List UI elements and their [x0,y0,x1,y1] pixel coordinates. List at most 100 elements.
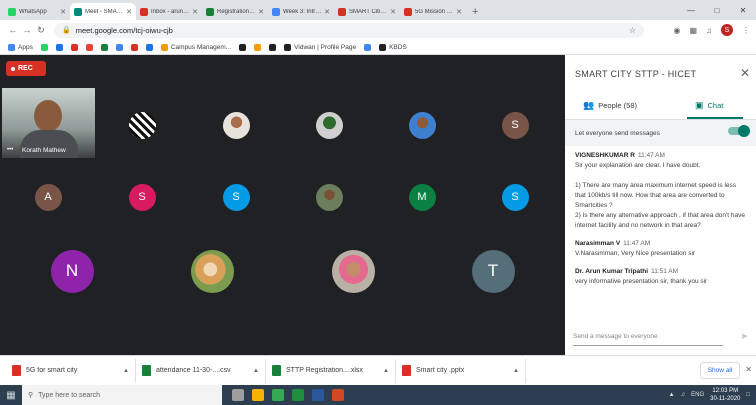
download-item[interactable]: 5G for smart city ▲ [6,358,136,383]
puzzle-icon[interactable]: ▦ [689,26,697,35]
network-icon[interactable]: ▲ [669,392,675,398]
bookmark-item[interactable]: KBDS [379,43,407,51]
show-all-button[interactable]: Show all [700,362,740,379]
bookmark-item[interactable] [100,43,108,51]
powerpoint-icon[interactable] [332,389,344,401]
bookmark-item[interactable] [115,43,123,51]
downloads-bar: 5G for smart city ▲ attendance 11-30-....c… [0,355,756,385]
browser-tab[interactable]: Inbox - arunbtp ✕ [136,3,202,20]
browser-tab[interactable]: Registration Confirm✕ [202,3,268,20]
participant-avatar[interactable] [128,111,156,139]
new-tab-button[interactable]: + [466,6,484,20]
chevron-up-icon[interactable]: ▲ [513,368,519,374]
close-downloads-icon[interactable]: ✕ [745,365,752,374]
bookmark-item[interactable] [269,43,277,51]
task-view-icon[interactable] [232,389,244,401]
music-icon[interactable]: ♫ [706,26,712,35]
tab-close-icon[interactable]: ✕ [192,8,198,16]
chrome-icon[interactable] [272,389,284,401]
bookmark-item[interactable] [239,43,247,51]
chat-input[interactable]: Send a message to everyone [573,330,723,346]
bookmark-item[interactable] [254,43,262,51]
download-item[interactable]: STTP Registration....xlsx ▲ [266,358,396,383]
back-icon[interactable]: ← [6,25,20,35]
bookmark-item[interactable] [55,43,63,51]
tab-close-icon[interactable]: ✕ [126,8,132,16]
forward-icon[interactable]: → [20,25,34,35]
extensions-icon[interactable]: ◉ [673,26,680,35]
bookmark-item[interactable] [70,43,78,51]
tab-close-icon[interactable]: ✕ [390,8,396,16]
language-indicator[interactable]: ENG [691,392,704,398]
tab-close-icon[interactable]: ✕ [456,8,462,16]
taskbar-search-placeholder: Type here to search [38,391,101,399]
browser-tab[interactable]: SMART Cities Mission✕ [334,3,400,20]
participant-avatar[interactable]: A [34,183,62,211]
participant-avatar[interactable]: S [501,111,529,139]
reload-icon[interactable]: ↻ [34,25,48,36]
participant-avatar[interactable] [315,183,343,211]
excel-icon[interactable] [292,389,304,401]
tab-close-icon[interactable]: ✕ [324,8,330,16]
presenter-video-tile[interactable]: ••• Korath Mathew [2,88,95,158]
download-item[interactable]: attendance 11-30-....csv ▲ [136,358,266,383]
participant-avatar[interactable]: M [408,183,436,211]
participant-avatar[interactable]: S [222,183,250,211]
browser-tab[interactable]: WhatsApp ✕ [4,3,70,20]
participant-avatar[interactable]: N [50,249,94,293]
presenter-name: Korath Mathew [22,147,66,154]
participant-avatar[interactable] [222,111,250,139]
recording-badge: REC [6,61,46,76]
participant-avatar[interactable]: T [471,249,515,293]
close-icon[interactable]: ✕ [740,66,750,80]
address-bar[interactable]: 🔒 meet.google.com/tcj-oiwu-cjb ☆ [54,22,644,38]
bookmark-item[interactable] [364,43,372,51]
bookmark-item[interactable]: Apps [8,43,33,51]
panel-title: SMART CITY STTP - HICET [575,69,697,79]
send-icon[interactable]: ➤ [740,331,748,342]
participant-avatar[interactable] [408,111,436,139]
chevron-up-icon[interactable]: ▲ [253,368,259,374]
word-icon[interactable] [312,389,324,401]
star-icon[interactable]: ☆ [629,26,636,35]
minimize-icon[interactable]: — [678,6,704,15]
tab-people[interactable]: 👥 People (58) [583,95,637,115]
participant-avatar[interactable] [190,249,234,293]
tab-label: Week 3: Introduction [283,8,322,15]
participant-avatar[interactable] [331,249,375,293]
clock[interactable]: 12:03 PM 30-11-2020 [710,387,740,403]
explorer-icon[interactable] [252,389,264,401]
browser-tab[interactable]: 5G Mission 5G|US✕ [400,3,466,20]
download-item[interactable]: Smart city .pptx ▲ [396,358,526,383]
tab-close-icon[interactable]: ✕ [60,8,66,16]
message-text: very informative presentation sir, thank… [575,278,708,285]
chevron-up-icon[interactable]: ▲ [383,368,389,374]
participant-avatar[interactable]: S [501,183,529,211]
menu-icon[interactable]: ⋮ [742,26,750,35]
tab-chat[interactable]: ▣ Chat [695,95,723,115]
more-options-icon[interactable]: ••• [7,147,13,153]
record-dot-icon [11,66,15,71]
send-messages-toggle[interactable] [728,125,750,137]
bookmark-item[interactable] [130,43,138,51]
browser-tab[interactable]: Week 3: Introduction✕ [268,3,334,20]
participant-avatar[interactable] [315,111,343,139]
bookmark-item[interactable] [145,43,153,51]
bookmark-item[interactable] [40,43,48,51]
bookmark-item[interactable]: Vidwan | Profile Page [284,43,356,51]
tab-close-icon[interactable]: ✕ [258,8,264,16]
maximize-icon[interactable]: □ [704,6,730,15]
volume-icon[interactable]: ♫ [681,392,686,398]
windows-start-icon[interactable]: ▦ [0,385,22,405]
side-panel: SMART CITY STTP - HICET ✕ 👥 People (58) … [565,55,756,355]
bookmark-item[interactable] [85,43,93,51]
chevron-up-icon[interactable]: ▲ [123,368,129,374]
bookmark-item[interactable]: Campus Managem... [160,43,231,51]
participant-avatar[interactable]: S [128,183,156,211]
browser-tab[interactable]: Meet - SMART CITY✕ [70,3,136,20]
close-window-icon[interactable]: ✕ [730,6,756,15]
notifications-icon[interactable]: □ [746,392,750,398]
taskbar-search[interactable]: ⚲ Type here to search [22,385,222,405]
avatar[interactable]: S [721,24,733,36]
lock-icon: 🔒 [62,27,71,34]
